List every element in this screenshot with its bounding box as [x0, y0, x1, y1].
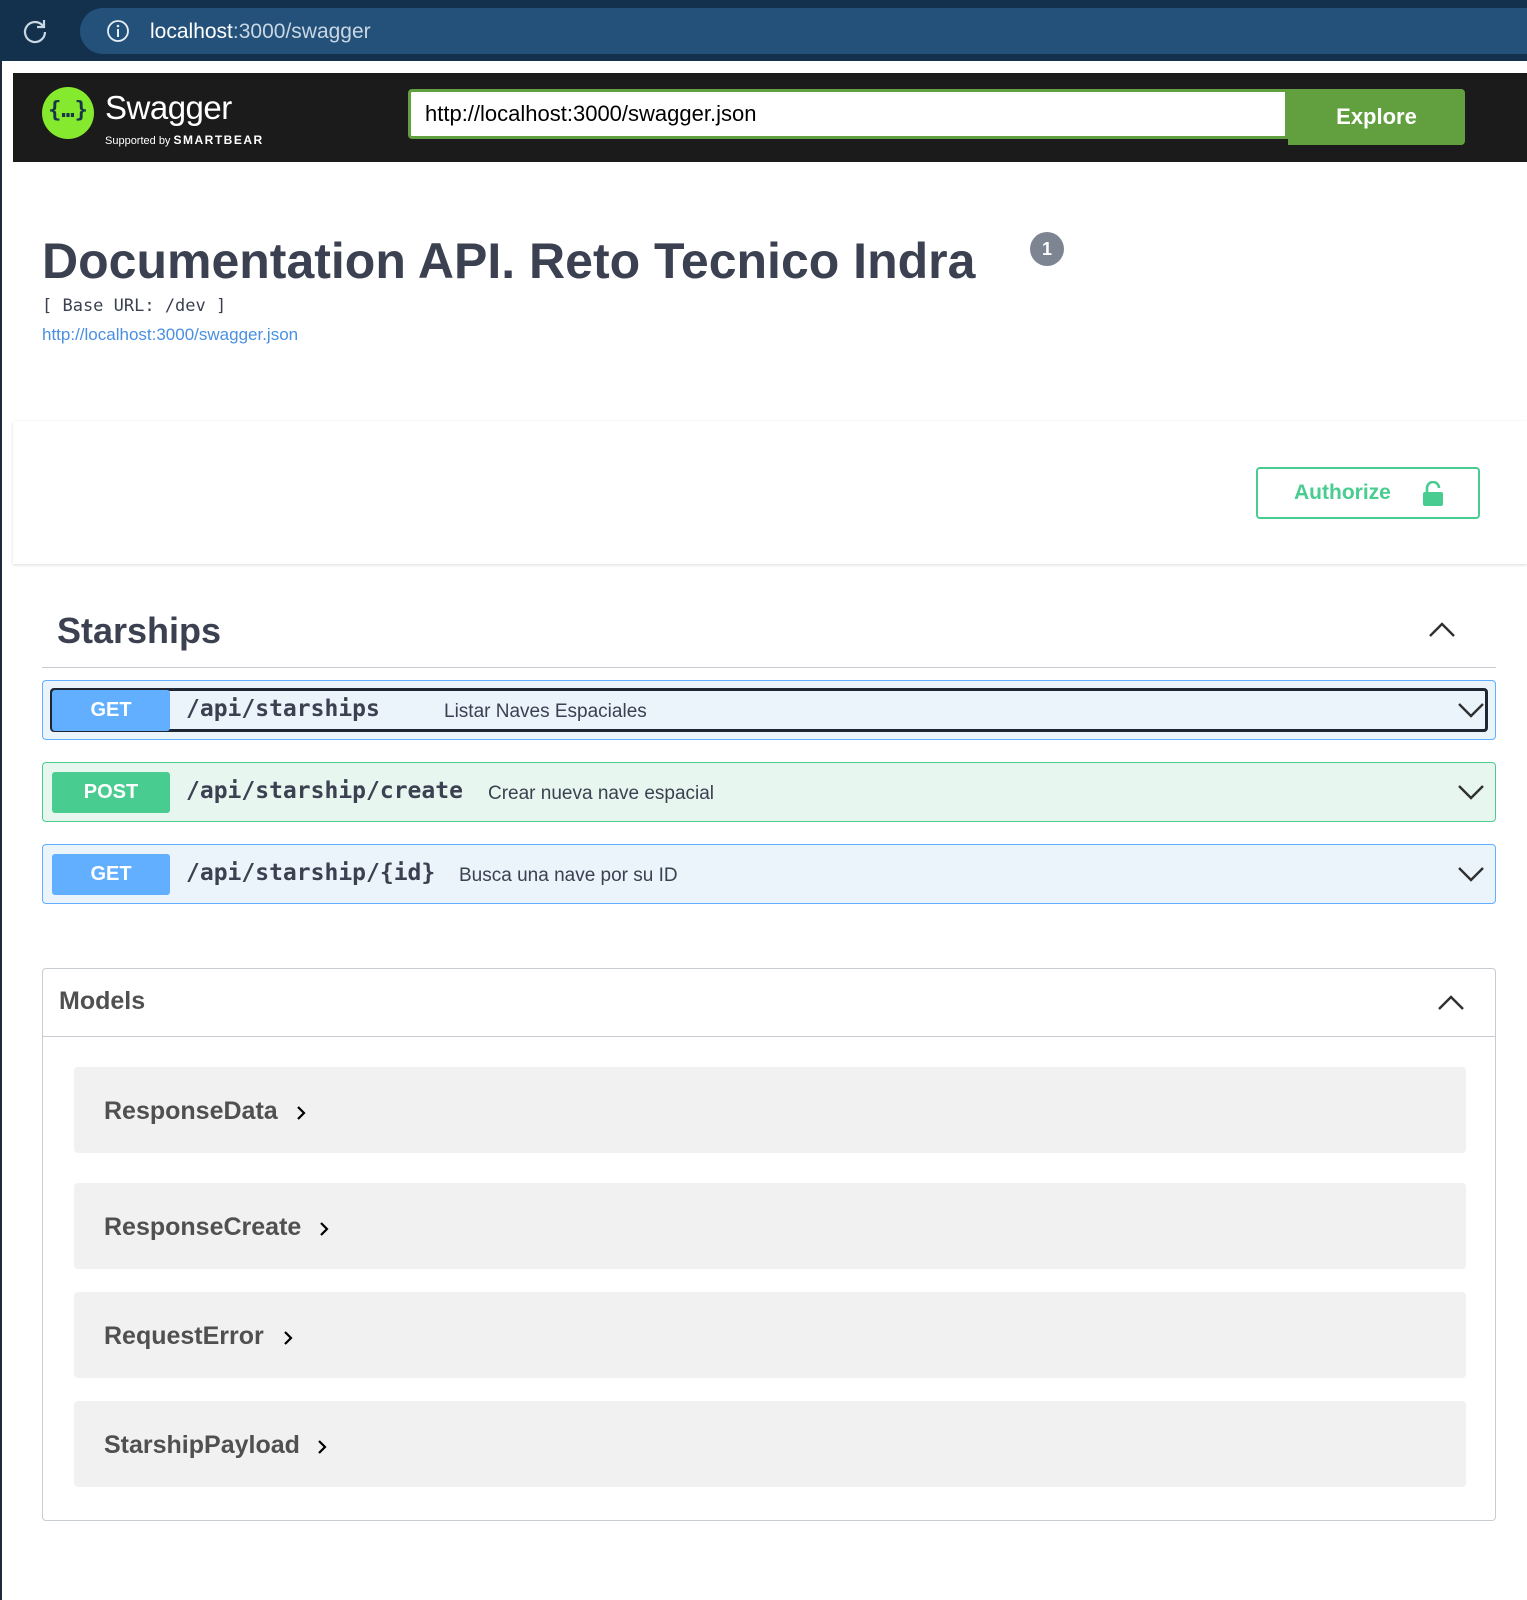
models-header[interactable]: Models	[43, 969, 1495, 1037]
explore-button[interactable]: Explore	[1288, 89, 1465, 145]
model-item-requesterror[interactable]: RequestError	[74, 1292, 1466, 1378]
operation-summary: Busca una nave por su ID	[459, 865, 678, 886]
authorize-label: Authorize	[1294, 481, 1391, 504]
chevron-down-icon[interactable]	[1457, 701, 1485, 719]
chevron-right-icon	[318, 1440, 327, 1454]
scheme-container: Authorize	[13, 421, 1527, 564]
operation-path: /api/starship/{id}	[186, 860, 436, 886]
method-badge: POST	[52, 772, 170, 813]
operation-path: /api/starship/create	[186, 778, 463, 804]
model-name: ResponseData	[104, 1097, 278, 1125]
models-title: Models	[59, 987, 146, 1015]
chevron-right-icon	[320, 1222, 329, 1236]
chevron-up-icon[interactable]	[1437, 993, 1465, 1011]
api-title: Documentation API. Reto Tecnico Indra	[42, 233, 976, 289]
address-host: localhost	[150, 20, 233, 43]
swagger-logo-glyph: {…}	[48, 98, 88, 123]
authorize-button[interactable]: Authorize	[1256, 467, 1480, 519]
chevron-down-icon[interactable]	[1457, 783, 1485, 801]
spec-json-link[interactable]: http://localhost:3000/swagger.json	[42, 325, 298, 345]
browser-toolbar: localhost:3000/swagger	[0, 0, 1527, 61]
operation-post-starship-create[interactable]: POST /api/starship/create Crear nueva na…	[42, 762, 1496, 822]
method-badge: GET	[52, 690, 170, 731]
reload-icon[interactable]	[22, 18, 48, 44]
model-name: ResponseCreate	[104, 1213, 302, 1241]
model-item-responsecreate[interactable]: ResponseCreate	[74, 1183, 1466, 1269]
model-item-responsedata[interactable]: ResponseData	[74, 1067, 1466, 1153]
tag-divider	[42, 667, 1496, 668]
model-name: StarshipPayload	[104, 1431, 300, 1459]
logo-supported-text: Supported by	[105, 135, 171, 147]
operation-path: /api/starships	[186, 696, 380, 722]
operation-summary: Listar Naves Espaciales	[444, 701, 647, 722]
spec-url-input[interactable]	[408, 89, 1288, 139]
chevron-right-icon	[297, 1106, 306, 1120]
address-text: localhost:3000/swagger	[150, 20, 371, 44]
swagger-topbar: {…} Swagger Supported by SMARTBEAR Explo…	[13, 73, 1527, 162]
address-path: :3000/swagger	[232, 20, 371, 43]
swagger-logo-subtitle: Supported by SMARTBEAR	[105, 133, 264, 147]
window-edge	[0, 61, 2, 1600]
tag-title-starships[interactable]: Starships	[57, 610, 221, 652]
swagger-logo-name[interactable]: Swagger	[105, 89, 232, 127]
method-badge: GET	[52, 854, 170, 895]
swagger-logo-icon[interactable]: {…}	[42, 87, 94, 139]
model-item-starshippayload[interactable]: StarshipPayload	[74, 1401, 1466, 1487]
base-url: [ Base URL: /dev ]	[42, 296, 227, 316]
models-section: Models ResponseData ResponseCreate Reque…	[42, 968, 1496, 1521]
chevron-up-icon[interactable]	[1428, 620, 1456, 638]
address-bar[interactable]: localhost:3000/swagger	[80, 8, 1527, 54]
operation-summary: Crear nueva nave espacial	[488, 783, 715, 804]
logo-company-text: SMARTBEAR	[173, 133, 264, 147]
operation-get-starship-by-id[interactable]: GET /api/starship/{id} Busca una nave po…	[42, 844, 1496, 904]
operation-get-starships[interactable]: GET /api/starships Listar Naves Espacial…	[42, 680, 1496, 740]
model-name: RequestError	[104, 1322, 264, 1350]
info-icon[interactable]	[106, 19, 130, 43]
chevron-down-icon[interactable]	[1457, 865, 1485, 883]
chevron-right-icon	[284, 1331, 293, 1345]
version-badge: 1	[1030, 232, 1064, 266]
unlocked-lock-icon	[1423, 481, 1443, 506]
